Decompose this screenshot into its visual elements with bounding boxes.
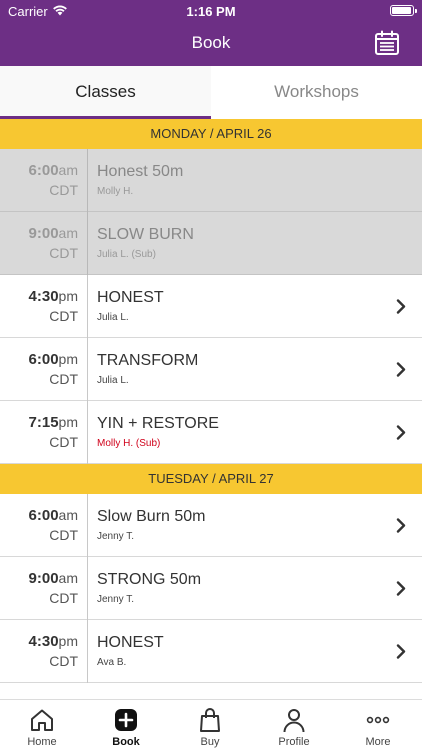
instructor-name: Julia L. [97,375,129,386]
instructor-name: Ava B. [97,657,127,668]
class-name: HONEST [97,634,164,651]
class-row[interactable]: 4:30pm CDT HONEST Ava B. [0,620,422,683]
chevron-right-icon [396,299,406,314]
time-value: 6:00 [28,162,59,179]
time-zone: CDT [49,371,78,387]
class-row[interactable]: 6:00am CDT Slow Burn 50m Jenny T. [0,494,422,557]
time-ampm: pm [58,288,78,304]
class-time: 4:30pm CDT [0,620,88,683]
time-value: 9:00 [28,570,59,587]
class-time: 6:00pm CDT [0,338,88,401]
time-ampm: am [58,570,78,586]
more-dots-icon [366,716,390,724]
segment-tabs: Classes Workshops [0,66,422,119]
class-time: 4:30pm CDT [0,275,88,338]
home-icon [31,709,53,731]
instructor-name: Molly H. [97,186,134,197]
time-value: 6:00 [28,507,59,524]
person-icon [283,709,305,733]
class-row: 9:00am CDT SLOW BURN Julia L. (Sub) [0,212,422,275]
tab-workshops[interactable]: Workshops [211,66,422,119]
instructor-name: Julia L. (Sub) [97,249,156,260]
class-name: Slow Burn 50m [97,508,206,525]
status-bar: Carrier 1:16 PM [0,0,422,22]
class-name: TRANSFORM [97,352,199,369]
time-value: 7:15 [28,414,59,431]
time-zone: CDT [49,653,78,669]
class-start-time: 4:30pm [29,633,78,651]
class-time: 6:00am CDT [0,494,88,557]
calendar-list-icon[interactable] [374,30,400,56]
day-header: TUESDAY / APRIL 27 [0,464,422,494]
tabbar-label: Book [112,736,140,748]
class-start-time: 7:15pm [29,414,78,432]
class-row[interactable]: 9:00am CDT STRONG 50m Jenny T. [0,557,422,620]
time-zone: CDT [49,434,78,450]
tab-classes[interactable]: Classes [0,66,211,119]
class-start-time: 6:00pm [29,351,78,369]
class-row: 6:00am CDT Honest 50m Molly H. [0,149,422,212]
app-header: Carrier 1:16 PM Book [0,0,422,66]
instructor-name: Molly H. (Sub) [97,438,161,449]
tabbar-item-book[interactable]: Book [84,700,168,750]
class-time: 6:00am CDT [0,149,88,212]
time-ampm: am [58,225,78,241]
class-start-time: 6:00am [29,162,78,180]
time-zone: CDT [49,245,78,261]
chevron-right-icon [396,581,406,596]
battery-icon [390,5,417,16]
time-zone: CDT [49,590,78,606]
day-header: MONDAY / APRIL 26 [0,119,422,149]
time-zone: CDT [49,182,78,198]
time-ampm: pm [58,351,78,367]
class-time: 9:00am CDT [0,557,88,620]
time-ampm: pm [58,633,78,649]
status-time: 1:16 PM [186,4,236,19]
plus-square-icon [115,709,137,731]
class-start-time: 4:30pm [29,288,78,306]
instructor-name: Jenny T. [97,531,135,542]
tabbar-label: More [365,736,391,748]
instructor-name: Jenny T. [97,594,135,605]
class-row[interactable]: 4:30pm CDT HONEST Julia L. [0,275,422,338]
shopping-bag-icon [200,708,220,732]
time-ampm: pm [58,414,78,430]
time-zone: CDT [49,527,78,543]
class-name: YIN + RESTORE [97,415,219,432]
class-name: STRONG 50m [97,571,202,588]
class-start-time: 9:00am [29,570,78,588]
class-row[interactable]: 7:15pm CDT YIN + RESTORE Molly H. (Sub) [0,401,422,464]
tabbar-label: Home [27,736,57,748]
tabbar-item-more[interactable]: More [336,700,420,750]
class-start-time: 6:00am [29,507,78,525]
time-zone: CDT [49,308,78,324]
time-value: 9:00 [28,225,59,242]
class-name: HONEST [97,289,164,306]
tabbar-item-home[interactable]: Home [0,700,84,750]
bottom-tab-bar: Home Book Buy Profile More [0,699,422,750]
schedule-list[interactable]: MONDAY / APRIL 26 6:00am CDT Honest 50m Moll… [0,119,422,699]
class-name: Honest 50m [97,163,184,180]
chevron-right-icon [396,362,406,377]
time-ampm: am [58,162,78,178]
time-value: 4:30 [28,288,59,305]
time-value: 6:00 [28,351,59,368]
class-row[interactable]: 6:00pm CDT TRANSFORM Julia L. [0,338,422,401]
tabbar-label: Profile [278,736,310,748]
tabbar-item-buy[interactable]: Buy [168,700,252,750]
class-name: SLOW BURN [97,226,194,243]
chevron-right-icon [396,644,406,659]
tabbar-label: Buy [200,736,220,748]
class-time: 9:00am CDT [0,212,88,275]
page-title: Book [191,33,231,52]
chevron-right-icon [396,425,406,440]
time-ampm: am [58,507,78,523]
tabbar-item-profile[interactable]: Profile [252,700,336,750]
class-start-time: 9:00am [29,225,78,243]
time-value: 4:30 [28,633,59,650]
class-time: 7:15pm CDT [0,401,88,464]
chevron-right-icon [396,518,406,533]
instructor-name: Julia L. [97,312,129,323]
